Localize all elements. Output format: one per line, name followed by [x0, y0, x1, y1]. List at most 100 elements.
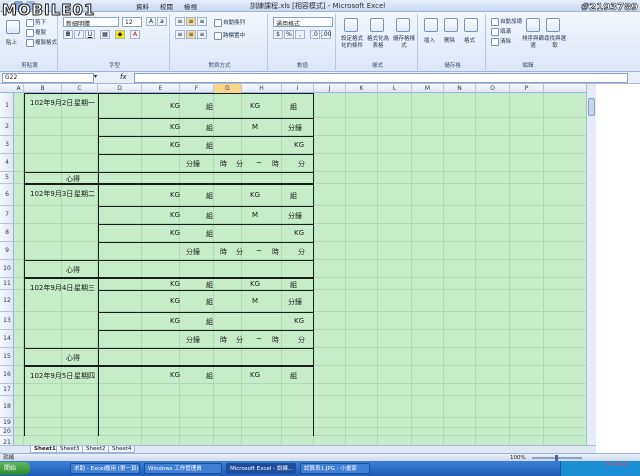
row-header-3[interactable]: 3	[0, 136, 14, 154]
chevron-down-icon[interactable]: ▾	[94, 73, 102, 83]
unit-label[interactable]: 分	[236, 247, 243, 257]
block-day[interactable]: 星期一	[74, 98, 95, 108]
name-box[interactable]: G22	[2, 73, 94, 83]
sort-filter-button[interactable]: 排序與篩選	[522, 36, 544, 50]
cell-styles-icon[interactable]	[396, 18, 410, 32]
task-item-paint[interactable]: 試算表1.JPG - 小畫家	[300, 463, 370, 474]
row-header-1[interactable]: 1	[0, 93, 14, 118]
sort-filter-icon[interactable]	[526, 18, 540, 32]
row-header-18[interactable]: 18	[0, 396, 14, 418]
row-header-20[interactable]: 20	[0, 428, 14, 436]
unit-label[interactable]: 組	[206, 211, 213, 221]
find-select-icon[interactable]	[546, 18, 560, 32]
paste-icon[interactable]	[6, 20, 20, 34]
autosum-button[interactable]: 自動加總	[491, 17, 522, 26]
number-format-combo[interactable]: 通用格式	[273, 17, 333, 27]
unit-label[interactable]: 分鐘	[186, 247, 200, 257]
task-item-task-manager[interactable]: Windows 工作管理員	[144, 463, 222, 474]
column-header-b[interactable]: B	[24, 84, 62, 93]
align-center-button[interactable]: ≡	[186, 30, 196, 39]
block-date[interactable]: 102年9月2日	[30, 98, 73, 108]
block-date[interactable]: 102年9月4日	[30, 283, 73, 293]
tab-data[interactable]: 資料	[136, 1, 149, 11]
unit-label[interactable]: 組	[290, 371, 297, 381]
block-day[interactable]: 星期二	[74, 189, 95, 199]
block-day[interactable]: 星期三	[74, 283, 95, 293]
column-header-c[interactable]: C	[62, 84, 98, 93]
unit-label[interactable]: 分	[298, 247, 305, 257]
worksheet-grid[interactable]: 102年9月2日 星期一 心得 KG 組 KG 組 KG 組 M 分鐘 KG 組 KG 分鐘時分 ~ 時分 102…	[14, 93, 586, 445]
column-header-i[interactable]: I	[282, 84, 314, 93]
unit-label[interactable]: KG	[170, 280, 180, 288]
unit-label[interactable]: 組	[206, 123, 213, 133]
unit-label[interactable]: 時	[272, 335, 279, 345]
cell-styles-button[interactable]: 儲存格樣式	[392, 36, 416, 50]
border-button[interactable]: ▦	[100, 30, 110, 39]
column-header-a[interactable]: A	[14, 84, 24, 93]
unit-label[interactable]: 組	[290, 102, 297, 112]
unit-label[interactable]: 時	[220, 335, 227, 345]
unit-label[interactable]: KG	[250, 102, 260, 110]
conditional-format-button[interactable]: 設定格式化的條件	[339, 36, 365, 50]
sheet-tab-4[interactable]: Sheet4	[108, 446, 136, 453]
task-item-excel[interactable]: Microsoft Excel - 訓練...	[226, 463, 296, 474]
fill-button[interactable]: 填滿	[491, 27, 511, 36]
unit-label[interactable]: 組	[206, 191, 213, 201]
unit-label[interactable]: M	[252, 211, 258, 219]
unit-label[interactable]: KG	[250, 371, 260, 379]
sheet-tab-3[interactable]: Sheet2	[82, 446, 110, 453]
unit-label[interactable]: 組	[206, 297, 213, 307]
unit-label[interactable]: 時	[272, 247, 279, 257]
block-date[interactable]: 102年9月3日	[30, 189, 73, 199]
unit-label[interactable]: KG	[294, 317, 304, 325]
decrease-decimal-button[interactable]: .00	[321, 30, 332, 39]
formula-input[interactable]	[134, 73, 628, 83]
row-header-14[interactable]: 14	[0, 330, 14, 348]
column-header-p[interactable]: P	[510, 84, 544, 93]
paste-button[interactable]: 貼上	[6, 38, 17, 46]
row-header-5[interactable]: 5	[0, 172, 14, 184]
font-color-button[interactable]: A	[130, 30, 140, 39]
unit-label[interactable]: KG	[170, 229, 180, 237]
comma-button[interactable]: ,	[295, 30, 305, 39]
unit-label[interactable]: 分鐘	[186, 335, 200, 345]
column-header-o[interactable]: O	[476, 84, 510, 93]
unit-label[interactable]: 組	[206, 141, 213, 151]
insert-icon[interactable]	[424, 18, 438, 32]
column-header-k[interactable]: K	[346, 84, 378, 93]
unit-label[interactable]: 分	[298, 159, 305, 169]
bold-button[interactable]: B	[63, 30, 73, 39]
row-header-11[interactable]: 11	[0, 278, 14, 290]
unit-label[interactable]: ~	[256, 159, 262, 167]
unit-label[interactable]: KG	[250, 191, 260, 199]
unit-label[interactable]: 分鐘	[288, 123, 302, 133]
unit-label[interactable]: KG	[170, 141, 180, 149]
row-header-16[interactable]: 16	[0, 366, 14, 384]
row-header-7[interactable]: 7	[0, 206, 14, 224]
row-header-15[interactable]: 15	[0, 348, 14, 366]
column-header-n[interactable]: N	[444, 84, 476, 93]
row-header-9[interactable]: 9	[0, 242, 14, 260]
unit-label[interactable]: KG	[294, 141, 304, 149]
unit-label[interactable]: 分鐘	[288, 297, 302, 307]
clock[interactable]: 下午 09:07	[603, 462, 629, 468]
insert-button[interactable]: 插入	[424, 36, 435, 44]
format-table-icon[interactable]	[370, 18, 384, 32]
column-header-g[interactable]: G	[214, 84, 242, 93]
unit-label[interactable]: 組	[290, 191, 297, 201]
underline-button[interactable]: U	[85, 30, 95, 39]
unit-label[interactable]: KG	[170, 317, 180, 325]
row-header-10[interactable]: 10	[0, 260, 14, 278]
unit-label[interactable]: 時	[220, 159, 227, 169]
format-as-table-button[interactable]: 格式化為表格	[366, 36, 390, 50]
block-note[interactable]: 心得	[66, 353, 80, 363]
delete-icon[interactable]	[444, 18, 458, 32]
unit-label[interactable]: 組	[206, 280, 213, 290]
row-header-12[interactable]: 12	[0, 290, 14, 312]
row-header-19[interactable]: 19	[0, 418, 14, 428]
task-item-forum[interactable]: 求助 - Excel應用 (第一頁)	[70, 463, 140, 474]
shrink-font-button[interactable]: a	[157, 17, 167, 26]
start-button[interactable]: 開始	[0, 462, 30, 475]
unit-label[interactable]: 分	[236, 335, 243, 345]
currency-button[interactable]: $	[273, 30, 283, 39]
